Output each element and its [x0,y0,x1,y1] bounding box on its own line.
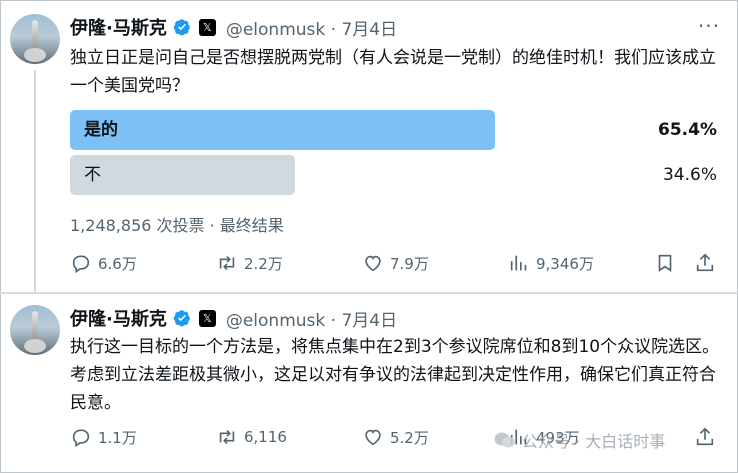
avatar[interactable] [10,305,60,355]
divider [0,292,738,294]
author-name[interactable]: 伊隆·马斯克 [70,305,167,331]
watermark-text: 公众号 · 大白话时事 [522,432,666,451]
view-count: 9,346万 [536,254,594,273]
like-button[interactable]: 7.9万 [362,249,429,277]
poll-bar [70,155,295,195]
share-icon[interactable] [694,426,716,448]
repost-count: 2.2万 [244,254,283,273]
tweet-text: 独立日正是问自己是否想摆脱两党制（有人会说是一党制）的绝佳时机！我们应该成立一个… [70,48,716,96]
poll-option-percent: 34.6% [662,165,717,185]
tweet-header: 伊隆·马斯克 𝕏 @elonmusk · 7月4日 [70,14,397,40]
more-options-icon[interactable]: ··· [698,14,720,38]
verified-badge-icon [173,19,190,36]
avatar[interactable] [10,14,60,64]
tweet-text: 执行这一目标的一个方法是，将焦点集中在2到3个参议院席位和8到10个众议院选区。… [70,337,720,413]
poll-bar [70,110,495,150]
reply-count: 1.1万 [98,428,137,447]
reply-count: 6.6万 [98,254,137,273]
poll-option-label: 是的 [84,120,118,140]
bookmark-icon[interactable] [654,252,676,274]
handle-and-date[interactable]: @elonmusk · 7月4日 [226,15,397,40]
thread-line [34,70,36,292]
repost-button[interactable]: 2.2万 [216,249,283,277]
poll-option-percent: 65.4% [658,120,717,140]
verified-badge-icon [173,310,190,327]
x-logo-icon: 𝕏 [198,18,216,36]
action-bar: 6.6万 2.2万 7.9万 9,346万 [70,249,720,277]
heart-icon [365,255,381,272]
wechat-icon [494,432,515,448]
like-button[interactable]: 5.2万 [362,423,429,451]
poll-option-yes: 是的 65.4% [70,110,720,150]
repost-button[interactable]: 6,116 [216,423,287,451]
analytics-icon [510,255,527,271]
poll-option-label: 不 [84,165,101,185]
reply-icon [72,429,90,448]
tweet-1: 伊隆·马斯克 𝕏 @elonmusk · 7月4日 ··· 独立日正是问自己是否… [0,0,738,292]
views-button[interactable]: 9,346万 [508,249,594,277]
x-logo-icon: 𝕏 [198,309,216,327]
reply-button[interactable]: 1.1万 [70,423,137,451]
poll-summary: 1,248,856 次投票 · 最终结果 [70,216,284,235]
like-count: 5.2万 [390,428,429,447]
watermark: 公众号 · 大白话时事 [494,428,665,452]
like-count: 7.9万 [390,254,429,273]
repost-icon [219,255,235,271]
repost-icon [219,429,235,445]
author-name[interactable]: 伊隆·马斯克 [70,14,167,40]
heart-icon [365,429,381,446]
reply-icon [72,255,90,274]
poll-option-no: 不 34.6% [70,155,720,195]
reply-button[interactable]: 6.6万 [70,249,137,277]
tweet-header: 伊隆·马斯克 𝕏 @elonmusk · 7月4日 [70,305,397,331]
share-icon[interactable] [694,252,716,274]
handle-and-date[interactable]: @elonmusk · 7月4日 [226,306,397,331]
repost-count: 6,116 [244,428,287,446]
